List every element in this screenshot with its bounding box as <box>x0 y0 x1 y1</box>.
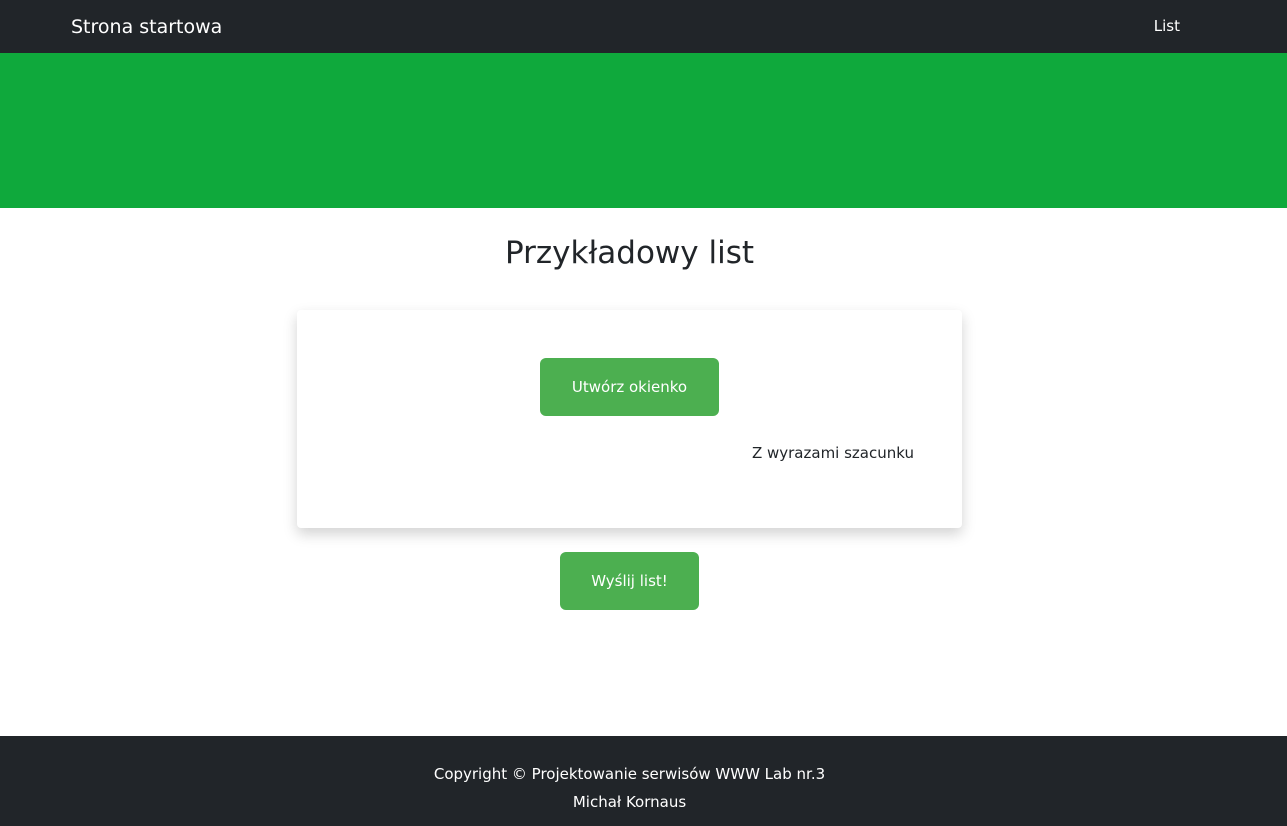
footer: Copyright © Projektowanie serwisów WWW L… <box>0 736 1287 826</box>
brand-link[interactable]: Strona startowa <box>71 0 222 53</box>
page-title: Przykładowy list <box>505 235 754 271</box>
footer-copyright: Copyright © Projektowanie serwisów WWW L… <box>433 765 826 783</box>
nav-link-list[interactable]: List <box>1154 0 1180 53</box>
footer-author: Michał Kornaus <box>572 793 687 811</box>
send-letter-button[interactable]: Wyślij list! <box>560 552 699 610</box>
top-navbar: Strona startowa List <box>0 0 1287 53</box>
letter-card: Utwórz okienko Z wyrazami szacunku <box>297 310 962 528</box>
create-window-button[interactable]: Utwórz okienko <box>540 358 719 416</box>
hero-banner <box>0 53 1287 208</box>
letter-signature: Z wyrazami szacunku <box>751 444 914 462</box>
